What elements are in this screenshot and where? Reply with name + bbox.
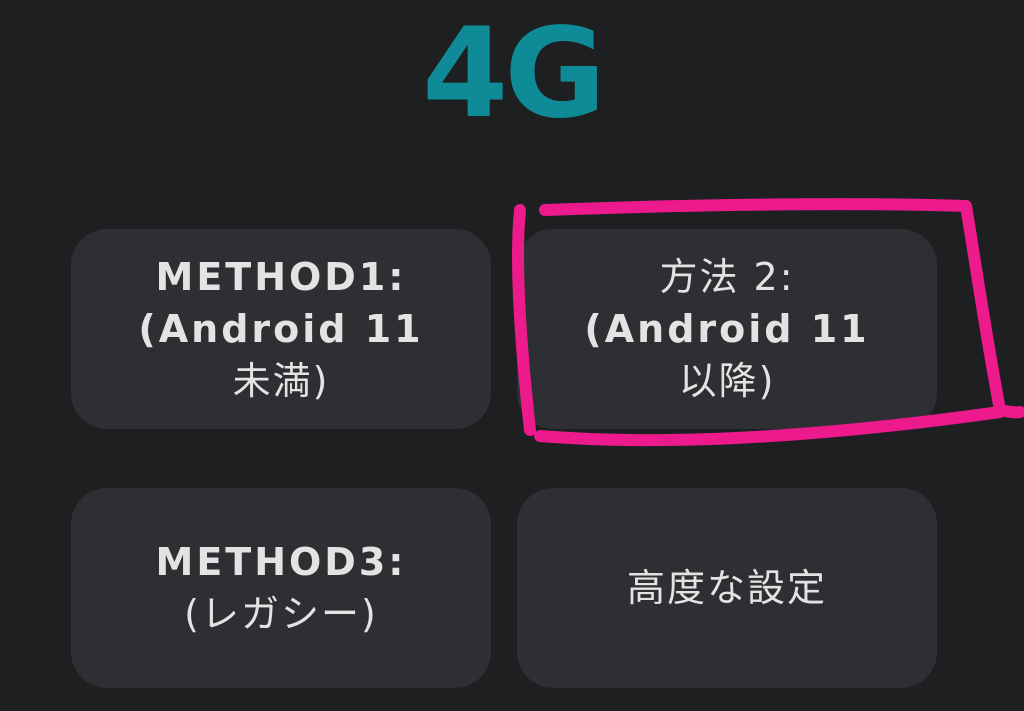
method-1-version-suffix: 未満) (232, 359, 330, 403)
method-2-title: 方法 2: (659, 255, 795, 299)
method-3-title: METHOD3: (155, 540, 407, 584)
method-1-title: METHOD1: (155, 255, 407, 299)
method-3-subtitle: (レガシー) (184, 592, 378, 636)
advanced-settings-label: 高度な設定 (626, 566, 827, 610)
advanced-settings-button[interactable]: 高度な設定 (517, 488, 937, 688)
logo-text: 4G (421, 2, 606, 146)
method-1-button[interactable]: METHOD1: (Android 11 未満) (71, 229, 491, 429)
method-2-button[interactable]: 方法 2: (Android 11 以降) (517, 229, 937, 429)
method-2-version-suffix: 以降) (678, 359, 776, 403)
method-1-version: (Android 11 (138, 307, 424, 351)
method-3-button[interactable]: METHOD3: (レガシー) (71, 488, 491, 688)
method-2-version: (Android 11 (584, 307, 870, 351)
